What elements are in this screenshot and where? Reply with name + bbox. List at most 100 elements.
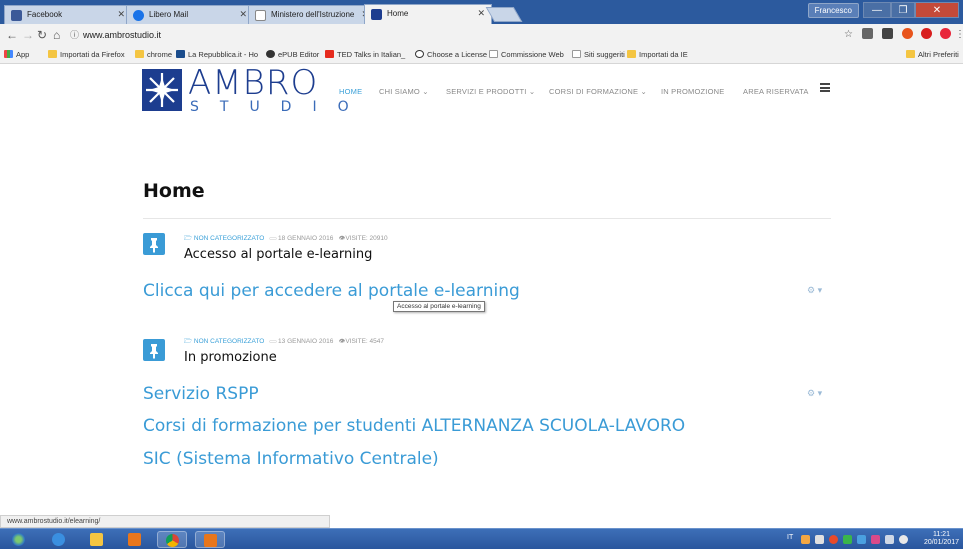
close-window-button[interactable]: ✕: [915, 2, 959, 18]
epub-icon: [266, 50, 275, 58]
tab-title: Facebook: [27, 10, 63, 19]
network-icon[interactable]: [885, 535, 894, 544]
tab-title: Home: [387, 9, 409, 18]
back-icon[interactable]: ←: [6, 27, 18, 43]
minimize-button[interactable]: —: [863, 2, 891, 18]
bookmark-item[interactable]: Importati da IE: [627, 49, 688, 61]
alternanza-link[interactable]: Corsi di formazione per studenti ALTERNA…: [143, 416, 685, 436]
gear-icon[interactable]: ⚙ ▾: [807, 388, 822, 399]
libero-icon: [133, 10, 144, 21]
gear-icon[interactable]: ⚙ ▾: [807, 285, 822, 296]
cc-icon: [415, 50, 424, 58]
clock-date: 20/01/2017: [923, 539, 959, 546]
logo-star-icon[interactable]: [142, 69, 182, 111]
windows-start-icon: [12, 533, 25, 546]
bookmark-item[interactable]: ePUB Editor: [266, 49, 319, 61]
tab-title: Ministero dell'Istruzione: [271, 10, 355, 19]
hamburger-menu-icon[interactable]: [820, 83, 830, 92]
bookmark-item[interactable]: Altri Preferiti: [906, 49, 959, 61]
bookmark-label: TED Talks in Italian_: [337, 50, 406, 59]
nav-servizi-prodotti[interactable]: SERVIZI E PRODOTTI ⌄: [446, 87, 535, 96]
nav-in-promozione[interactable]: IN PROMOZIONE: [661, 87, 724, 96]
tray-icon[interactable]: [843, 535, 852, 544]
bookmark-label: Importati da IE: [639, 50, 688, 59]
maximize-button[interactable]: ❐: [891, 2, 915, 18]
adblock-icon[interactable]: [921, 28, 932, 39]
close-icon[interactable]: ✕: [117, 9, 125, 20]
bookmark-item[interactable]: Siti suggeriti: [572, 49, 625, 61]
elearning-link[interactable]: Clicca qui per accedere al portale e-lea…: [143, 281, 520, 301]
opera-icon[interactable]: [902, 28, 913, 39]
bookmark-label: Choose a License: [427, 50, 488, 59]
nav-chi-siamo[interactable]: CHI SIAMO ⌄: [379, 87, 429, 96]
post-title[interactable]: Accesso al portale e-learning: [184, 247, 372, 262]
nav-home[interactable]: HOME: [339, 87, 362, 96]
post-category[interactable]: NON CATEGORIZZATO: [194, 338, 264, 345]
forward-icon[interactable]: →: [22, 27, 34, 43]
bookmark-item[interactable]: Importati da Firefox: [48, 49, 125, 61]
bookmark-label: App: [16, 50, 30, 59]
pin-icon: [143, 339, 165, 361]
calendar-icon: ▭: [269, 338, 279, 345]
rspp-link[interactable]: Servizio RSPP: [143, 384, 259, 404]
bookmark-item[interactable]: App: [4, 49, 29, 61]
logo-text[interactable]: AMBRO: [188, 66, 318, 100]
tray-icon[interactable]: [871, 535, 880, 544]
bookmark-label: Altri Preferiti: [918, 50, 959, 59]
close-icon[interactable]: ✕: [239, 9, 247, 20]
bookmark-item[interactable]: Choose a License: [415, 49, 487, 61]
tab-home[interactable]: Home ✕: [364, 4, 492, 24]
profile-button[interactable]: Francesco: [807, 3, 859, 18]
tray-icon[interactable]: [815, 535, 824, 544]
bookmark-item[interactable]: La Repubblica.it - Ho: [176, 49, 258, 61]
taskbar-office[interactable]: [195, 531, 225, 548]
pinterest-icon[interactable]: [940, 28, 951, 39]
post-title[interactable]: In promozione: [184, 350, 277, 365]
nav-area-riservata[interactable]: AREA RISERVATA: [743, 87, 809, 96]
tray-icon[interactable]: [829, 535, 838, 544]
page-icon: [572, 50, 581, 58]
bookmark-label: ePUB Editor: [278, 50, 320, 59]
taskbar-media[interactable]: [120, 531, 150, 548]
extension-icon[interactable]: [862, 28, 873, 39]
page-icon: [489, 50, 498, 58]
clock[interactable]: 11:21 20/01/2017: [924, 531, 959, 547]
post-date: 13 GENNAIO 2016: [278, 338, 334, 345]
bookmark-item[interactable]: TED Talks in Italian_: [325, 49, 405, 61]
taskbar-chrome[interactable]: [157, 531, 187, 548]
nav-corsi-formazione[interactable]: CORSI DI FORMAZIONE ⌄: [549, 87, 647, 96]
reload-icon[interactable]: ↻: [37, 27, 47, 43]
start-button[interactable]: [4, 531, 36, 548]
tab-facebook[interactable]: Facebook ✕: [4, 5, 132, 24]
taskbar-explorer[interactable]: [82, 531, 112, 548]
post-date: 18 GENNAIO 2016: [278, 235, 334, 242]
volume-icon[interactable]: [899, 535, 908, 544]
star-icon[interactable]: ☆: [844, 27, 853, 43]
bookmark-item[interactable]: chrome: [135, 49, 172, 61]
bookmarks-bar: App Importati da Firefox chrome La Repub…: [0, 46, 963, 64]
post-meta: 🗁 NON CATEGORIZZATO ▭ 13 GENNAIO 2016 👁V…: [184, 337, 384, 348]
menu-icon[interactable]: ⋮: [955, 27, 963, 43]
folder-icon: [90, 533, 103, 546]
info-icon[interactable]: ⓘ: [70, 30, 79, 40]
url-text: www.ambrostudio.it: [83, 30, 162, 40]
home-icon[interactable]: ⌂: [53, 27, 60, 43]
tab-libero-mail[interactable]: Libero Mail ✕: [126, 5, 254, 24]
taskbar-ie[interactable]: [44, 531, 74, 548]
internet-explorer-icon: [52, 533, 65, 546]
tray-icon[interactable]: [857, 535, 866, 544]
language-indicator[interactable]: IT: [787, 534, 793, 541]
sic-link[interactable]: SIC (Sistema Informativo Centrale): [143, 449, 439, 469]
bookmark-item[interactable]: Commissione Web: [489, 49, 564, 61]
clock-time: 11:21: [932, 531, 950, 538]
post-meta: 🗁 NON CATEGORIZZATO ▭ 18 GENNAIO 2016 👁V…: [184, 234, 388, 245]
tab-ministero[interactable]: Ministero dell'Istruzione ✕: [248, 5, 376, 24]
close-icon[interactable]: ✕: [477, 8, 485, 19]
tray-icon[interactable]: [801, 535, 810, 544]
address-bar[interactable]: ⓘ www.ambrostudio.it: [70, 27, 161, 43]
post-category[interactable]: NON CATEGORIZZATO: [194, 235, 264, 242]
post-visits: VISITE: 4547: [345, 338, 384, 345]
extension-icon[interactable]: [882, 28, 893, 39]
bookmark-label: chrome: [147, 50, 173, 59]
ambrostudio-icon: [371, 9, 382, 20]
